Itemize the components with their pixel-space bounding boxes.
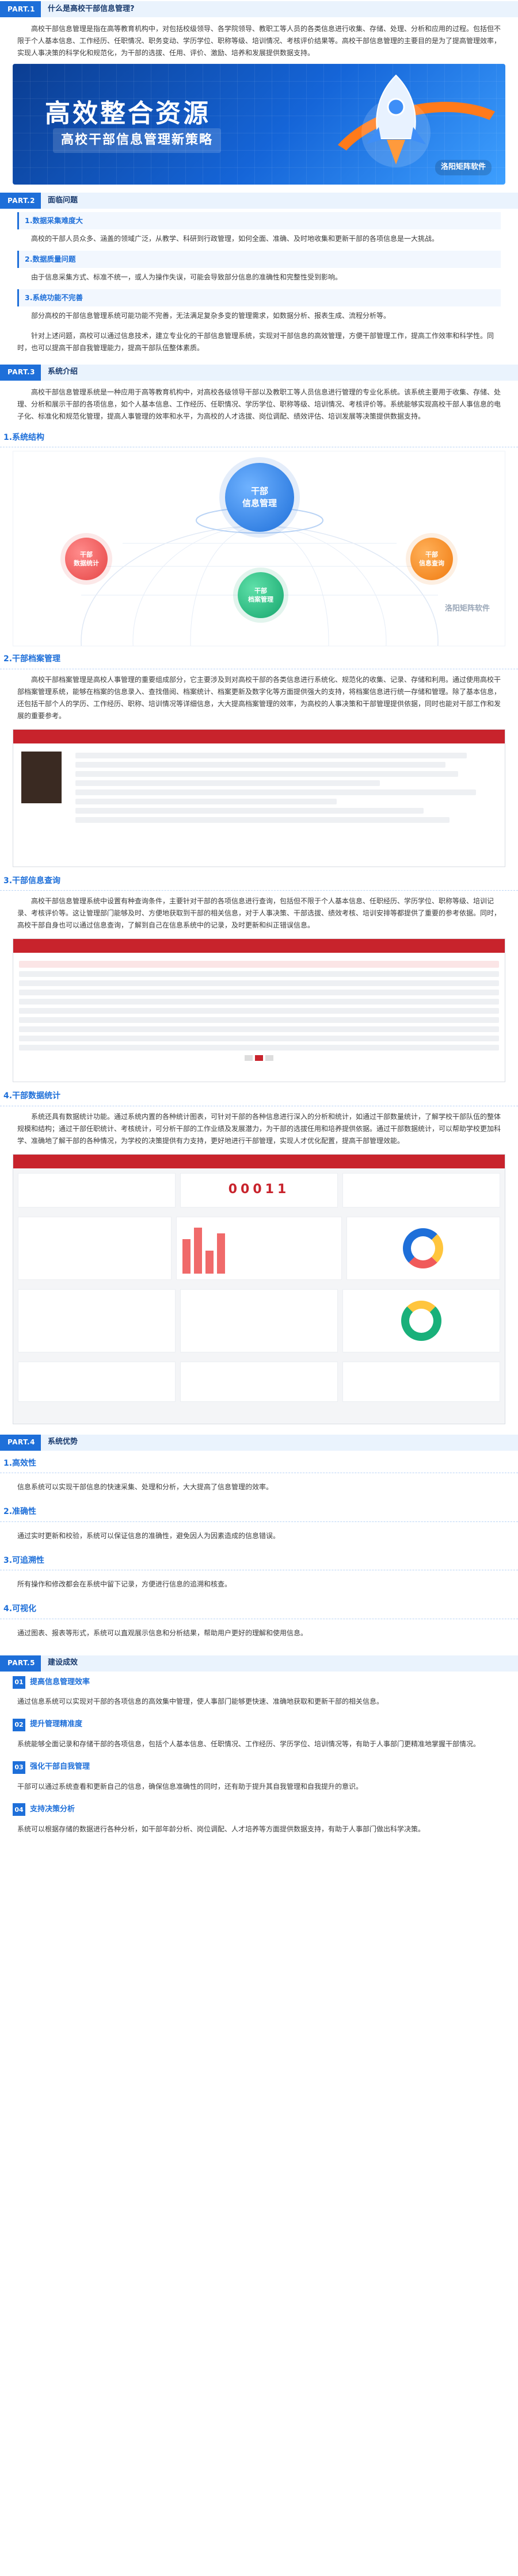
section-statistics-text: 系统还具有数据统计功能。通过系统内置的各种统计图表，可针对干部的各种信息进行深入… (17, 1112, 501, 1145)
result-1-text: 通过信息系统可以实现对干部的各项信息的高效集中管理，使人事部门能够更快速、准确地… (17, 1697, 384, 1706)
part1-title: 什么是高校干部信息管理? (47, 4, 135, 13)
section-query-title: 3.干部信息查询 (0, 872, 518, 891)
node-bottom-archive: 干部 档案管理 (238, 572, 284, 619)
query-screenshot (13, 938, 505, 1083)
advantage-3-text: 所有操作和修改都会在系统中留下记录，方便进行信息的追溯和核查。 (17, 1580, 232, 1589)
problem-2-head: 2.数据质量问题 (17, 250, 501, 268)
part3-intro: 高校干部信息管理系统是一种应用于高等教育机构中，对高校各级领导干部以及教职工等人… (17, 388, 501, 420)
result-4-head: 04 支持决策分析 (13, 1803, 505, 1816)
result-1-title: 提高信息管理效率 (30, 1677, 90, 1686)
archive-screenshot (13, 729, 505, 867)
result-2-title: 提升管理精准度 (30, 1720, 83, 1729)
diagram-brand: 洛阳矩阵软件 (444, 604, 490, 614)
advantage-1-text: 信息系统可以实现干部信息的快速采集、处理和分析，大大提高了信息管理的效率。 (17, 1483, 273, 1492)
part3-title: 系统介绍 (47, 367, 78, 377)
result-2-number: 02 (13, 1718, 25, 1731)
part4-title: 系统优势 (47, 1438, 78, 1447)
problem-3-text: 部分高校的干部信息管理系统可能功能不完善，无法满足复杂多变的管理需求，如数据分析… (31, 311, 391, 320)
node-left-statistics: 干部 数据统计 (65, 538, 108, 581)
part1-tag: PART.1 (2, 1, 41, 17)
section-query-text: 高校干部信息管理系统中设置有种查询条件，主要针对干部的各项信息进行查询，包括但不… (17, 897, 501, 930)
result-4-number: 04 (13, 1803, 25, 1816)
part2-tag: PART.2 (2, 193, 41, 209)
problem-1-text: 高校的干部人员众多、涵盖的领域广泛，从教学、科研到行政管理，如何全面、准确、及时… (31, 234, 439, 243)
section-structure-title: 1.系统结构 (0, 428, 518, 448)
banner-subtitle: 高校干部信息管理新策略 (53, 128, 222, 153)
node-center-info-management: 干部 信息管理 (225, 463, 294, 532)
advantage-1-head: 1.高效性 (0, 1454, 518, 1474)
result-3-head: 03 强化干部自我管理 (13, 1761, 505, 1774)
node-right-query: 干部 信息查询 (410, 538, 453, 581)
section-archive-text: 高校干部档案管理是高校人事管理的重要组成部分，它主要涉及到对高校干部的各类信息进… (17, 675, 501, 720)
result-2-text: 系统能够全面记录和存储干部的各项信息，包括个人基本信息、任职情况、工作经历、学历… (17, 1740, 481, 1749)
pagination[interactable] (13, 1055, 505, 1061)
result-3-text: 干部可以通过系统查看和更新自己的信息，确保信息准确性的同时，还有助于提升其自我管… (17, 1782, 363, 1791)
part1-intro: 高校干部信息管理是指在高等教育机构中，对包括校级领导、各学院领导、教职工等人员的… (17, 25, 501, 57)
part3-tag: PART.3 (2, 364, 41, 381)
dashboard-counter: 00011 (228, 1182, 290, 1197)
advantage-2-head: 2.准确性 (0, 1502, 518, 1522)
part4-tag: PART.4 (2, 1434, 41, 1451)
section-statistics-title: 4.干部数据统计 (0, 1087, 518, 1106)
system-structure-diagram: 干部 信息管理 干部 数据统计 干部 档案管理 干部 信息查询 洛阳矩阵软件 (13, 451, 505, 647)
problem-2-text: 由于信息采集方式、标准不统一，或人为操作失误，可能会导致部分信息的准确性和完整性… (31, 273, 342, 281)
problem-1-head: 1.数据采集难度大 (17, 212, 501, 229)
section-archive-title: 2.干部档案管理 (0, 650, 518, 669)
result-1-number: 01 (13, 1676, 25, 1689)
statistics-dashboard-screenshot: 00011 (13, 1153, 505, 1424)
part3-header: PART.3 系统介绍 (0, 364, 518, 381)
hero-banner: 高效整合资源 高校干部信息管理新策略 洛阳矩阵软件 (13, 64, 505, 185)
result-3-number: 03 (13, 1761, 25, 1774)
article-page: PART.1 什么是高校干部信息管理? 高校干部信息管理是指在高等教育机构中，对… (0, 0, 518, 2576)
result-4-title: 支持决策分析 (30, 1804, 75, 1814)
result-1-head: 01 提高信息管理效率 (13, 1676, 505, 1689)
advantage-4-text: 通过图表、报表等形式，系统可以直观展示信息和分析结果，帮助用户更好的理解和使用信… (17, 1628, 308, 1637)
part1-header: PART.1 什么是高校干部信息管理? (0, 1, 518, 17)
result-3-title: 强化干部自我管理 (30, 1762, 90, 1772)
part2-header: PART.2 面临问题 (0, 193, 518, 209)
banner-brand: 洛阳矩阵软件 (435, 160, 492, 175)
part4-header: PART.4 系统优势 (0, 1434, 518, 1451)
result-2-head: 02 提升管理精准度 (13, 1718, 505, 1731)
advantage-4-head: 4.可视化 (0, 1600, 518, 1619)
result-4-text: 系统可以根据存储的数据进行各种分析，如干部年龄分析、岗位调配、人才培养等方面提供… (17, 1824, 425, 1833)
advantage-3-head: 3.可追溯性 (0, 1551, 518, 1571)
problem-3-head: 3.系统功能不完善 (17, 289, 501, 306)
part2-summary: 针对上述问题，高校可以通过信息技术，建立专业化的干部信息管理系统，实现对干部信息… (17, 331, 494, 352)
part2-title: 面临问题 (47, 195, 78, 205)
part5-tag: PART.5 (2, 1655, 41, 1672)
part5-title: 建设成效 (47, 1658, 78, 1667)
archive-photo (21, 751, 62, 803)
advantage-2-text: 通过实时更新和校验，系统可以保证信息的准确性，避免因人为因素造成的信息错误。 (17, 1531, 280, 1540)
part5-header: PART.5 建设成效 (0, 1655, 518, 1672)
